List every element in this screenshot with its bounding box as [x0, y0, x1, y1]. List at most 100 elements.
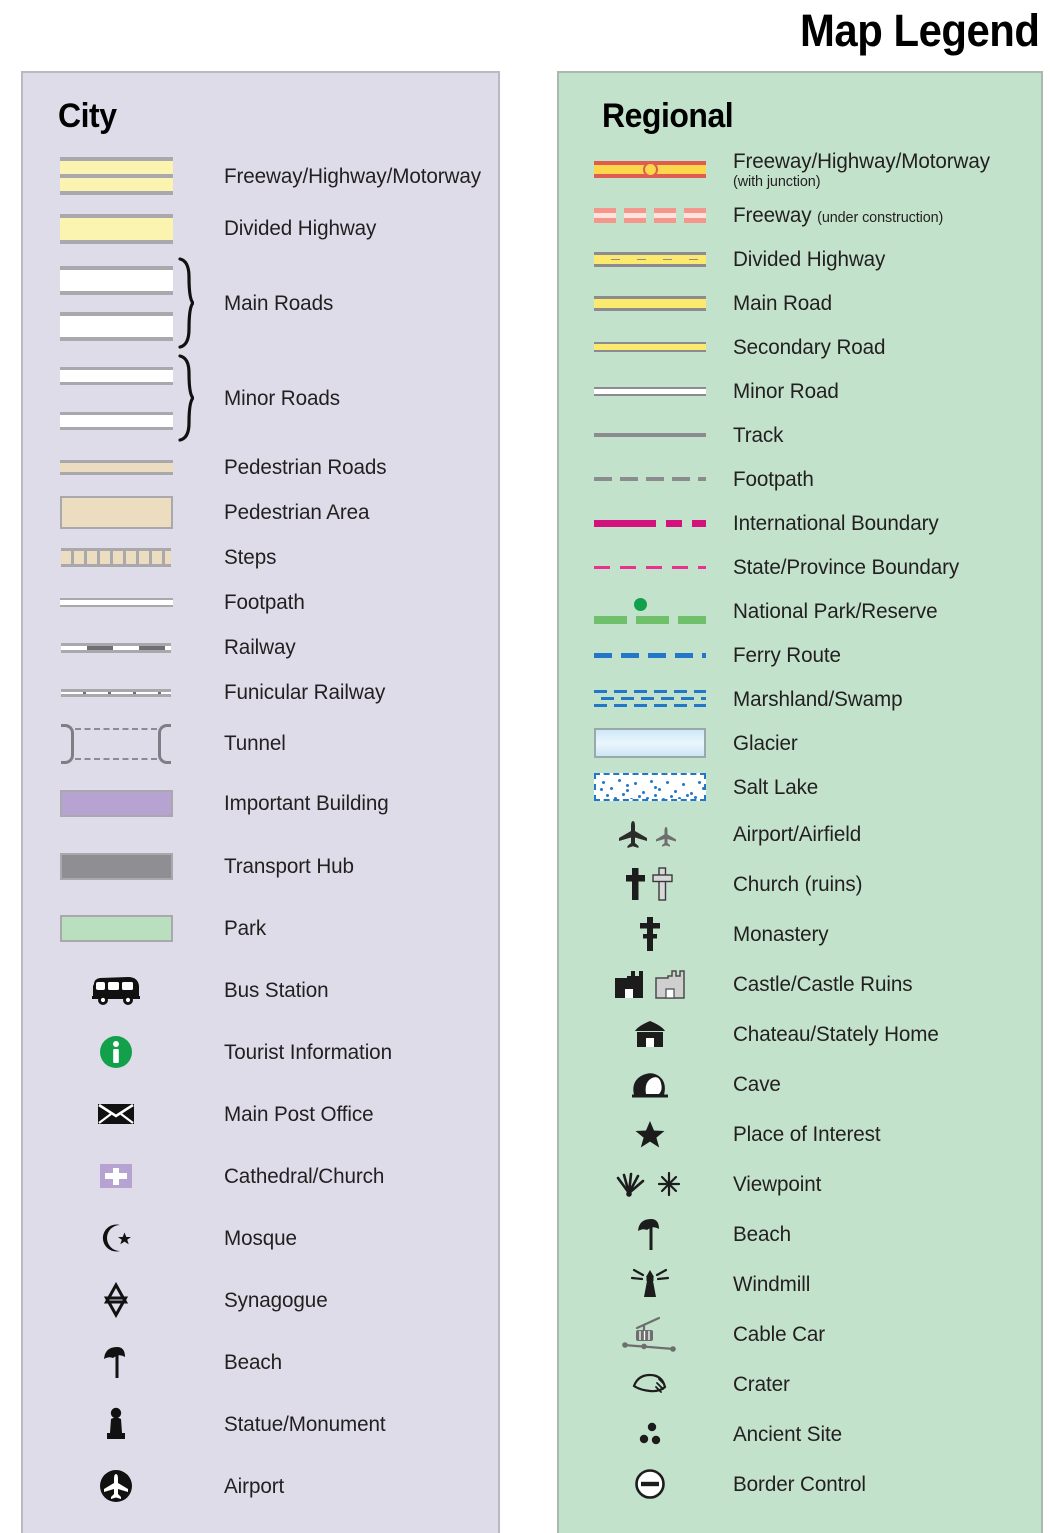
regional-panel-heading: Regional — [602, 97, 734, 135]
legend-item-city-railway[interactable]: Railway — [23, 625, 498, 670]
legend-label: Divided Highway — [733, 246, 886, 271]
beach-umbrella-icon — [52, 1344, 180, 1380]
legend-item-city-synagogue[interactable]: Synagogue — [23, 1269, 498, 1331]
legend-item-regional-viewpoint[interactable]: Viewpoint — [559, 1159, 1041, 1209]
regional-freeway-swatch — [589, 161, 711, 178]
legend-item-regional-freeway-construction[interactable]: Freeway (under construction) — [559, 193, 1041, 237]
border-control-icon — [589, 1467, 711, 1501]
steps-swatch — [52, 548, 180, 567]
legend-item-regional-cave[interactable]: Cave — [559, 1059, 1041, 1109]
legend-label: Ferry Route — [733, 642, 841, 667]
legend-label: Freeway/Highway/Motorway — [224, 163, 481, 188]
legend-item-regional-divided-highway[interactable]: Divided Highway — [559, 237, 1041, 281]
legend-label: Footpath — [733, 466, 814, 491]
legend-item-regional-international-boundary[interactable]: International Boundary — [559, 501, 1041, 545]
legend-label-sub: (with junction) — [733, 173, 821, 191]
legend-item-regional-ancient-site[interactable]: Ancient Site — [559, 1409, 1041, 1459]
regional-main-road-swatch — [589, 295, 711, 311]
legend-item-city-steps[interactable]: Steps — [23, 535, 498, 580]
legend-item-city-statue-monument[interactable]: Statue/Monument — [23, 1393, 498, 1455]
legend-item-regional-minor-road[interactable]: Minor Road — [559, 369, 1041, 413]
legend-item-city-tourist-information[interactable]: Tourist Information — [23, 1021, 498, 1083]
legend-item-regional-main-road[interactable]: Main Road — [559, 281, 1041, 325]
brace-icon — [178, 354, 194, 442]
legend-item-city-minor-roads[interactable]: Minor Roads — [23, 351, 498, 445]
legend-item-regional-marshland[interactable]: Marshland/Swamp — [559, 677, 1041, 721]
legend-label: Tunnel — [224, 731, 286, 755]
brace-icon — [178, 257, 194, 349]
legend-item-city-beach[interactable]: Beach — [23, 1331, 498, 1393]
windmill-icon — [589, 1265, 711, 1303]
legend-label-sub: (under construction) — [817, 208, 944, 226]
legend-label: Windmill — [733, 1271, 811, 1296]
legend-item-city-tunnel[interactable]: Tunnel — [23, 715, 498, 772]
legend-item-city-freeway[interactable]: Freeway/Highway/Motorway — [23, 150, 498, 202]
star-of-david-icon — [52, 1282, 180, 1318]
legend-item-regional-national-park[interactable]: National Park/Reserve — [559, 589, 1041, 633]
ferry-route-swatch — [589, 652, 711, 658]
legend-label: Monastery — [733, 921, 829, 946]
legend-item-city-main-roads[interactable]: Main Roads — [23, 255, 498, 351]
legend-item-regional-footpath[interactable]: Footpath — [559, 457, 1041, 501]
legend-item-city-important-building[interactable]: Important Building — [23, 772, 498, 835]
marshland-swatch — [589, 688, 711, 710]
legend-item-regional-border-control[interactable]: Border Control — [559, 1459, 1041, 1509]
legend-item-regional-chateau[interactable]: Chateau/Stately Home — [559, 1009, 1041, 1059]
legend-item-regional-place-of-interest[interactable]: Place of Interest — [559, 1109, 1041, 1159]
legend-label: Funicular Railway — [224, 680, 386, 704]
church-ruins-cross-icon — [589, 865, 711, 903]
legend-item-city-footpath[interactable]: Footpath — [23, 580, 498, 625]
legend-item-regional-state-boundary[interactable]: State/Province Boundary — [559, 545, 1041, 589]
legend-item-city-park[interactable]: Park — [23, 897, 498, 959]
legend-item-city-pedestrian-area[interactable]: Pedestrian Area — [23, 490, 498, 535]
legend-item-city-mosque[interactable]: Mosque — [23, 1207, 498, 1269]
tunnel-swatch — [52, 723, 180, 764]
legend-item-regional-windmill[interactable]: Windmill — [559, 1259, 1041, 1309]
legend-label: Pedestrian Area — [224, 500, 370, 524]
legend-label: Minor Roads — [224, 385, 340, 410]
legend-label: Minor Road — [733, 378, 839, 403]
legend-label: Steps — [224, 545, 277, 569]
legend-label: Secondary Road — [733, 334, 886, 359]
legend-label: Pedestrian Roads — [224, 455, 387, 479]
legend-item-city-main-post-office[interactable]: Main Post Office — [23, 1083, 498, 1145]
city-legend-rows: Freeway/Highway/Motorway Divided Highway… — [23, 150, 498, 1517]
legend-item-regional-beach[interactable]: Beach — [559, 1209, 1041, 1259]
legend-label: Bus Station — [224, 977, 329, 1002]
legend-item-regional-airport[interactable]: Airport/Airfield — [559, 809, 1041, 859]
legend-label: Beach — [733, 1221, 792, 1246]
legend-item-city-pedestrian-roads[interactable]: Pedestrian Roads — [23, 445, 498, 490]
legend-item-city-cathedral-church[interactable]: Cathedral/Church — [23, 1145, 498, 1207]
legend-item-regional-secondary-road[interactable]: Secondary Road — [559, 325, 1041, 369]
viewpoint-pair-icon — [589, 1168, 711, 1200]
legend-label: Freeway/Highway/Motorway (with junction) — [733, 149, 990, 190]
legend-item-regional-freeway[interactable]: Freeway/Highway/Motorway (with junction) — [559, 146, 1041, 193]
legend-label: Mosque — [224, 1225, 297, 1250]
legend-item-city-divided-highway[interactable]: Divided Highway — [23, 202, 498, 255]
legend-item-city-transport-hub[interactable]: Transport Hub — [23, 835, 498, 897]
statue-icon — [52, 1405, 180, 1443]
legend-item-regional-church-ruins[interactable]: Church (ruins) — [559, 859, 1041, 909]
freeway-swatch — [52, 157, 180, 195]
legend-item-city-airport[interactable]: Airport — [23, 1455, 498, 1517]
legend-item-regional-ferry-route[interactable]: Ferry Route — [559, 633, 1041, 677]
legend-item-regional-monastery[interactable]: Monastery — [559, 909, 1041, 959]
legend-item-regional-track[interactable]: Track — [559, 413, 1041, 457]
legend-item-regional-castle[interactable]: Castle/Castle Ruins — [559, 959, 1041, 1009]
legend-label: Transport Hub — [224, 853, 354, 878]
pedestrian-area-swatch — [52, 496, 180, 529]
crater-icon — [589, 1370, 711, 1398]
legend-item-regional-cable-car[interactable]: Cable Car — [559, 1309, 1041, 1359]
legend-item-regional-salt-lake[interactable]: Salt Lake — [559, 765, 1041, 809]
legend-label: Main Road — [733, 290, 832, 315]
legend-item-city-bus-station[interactable]: Bus Station — [23, 959, 498, 1021]
pedestrian-road-swatch — [52, 460, 180, 475]
legend-label: Cave — [733, 1071, 781, 1096]
legend-item-regional-glacier[interactable]: Glacier — [559, 721, 1041, 765]
legend-item-regional-crater[interactable]: Crater — [559, 1359, 1041, 1409]
track-swatch — [589, 433, 711, 437]
legend-label: Statue/Monument — [224, 1411, 386, 1436]
city-panel-heading: City — [58, 97, 117, 135]
legend-item-city-funicular-railway[interactable]: Funicular Railway — [23, 670, 498, 715]
state-boundary-swatch — [589, 565, 711, 569]
